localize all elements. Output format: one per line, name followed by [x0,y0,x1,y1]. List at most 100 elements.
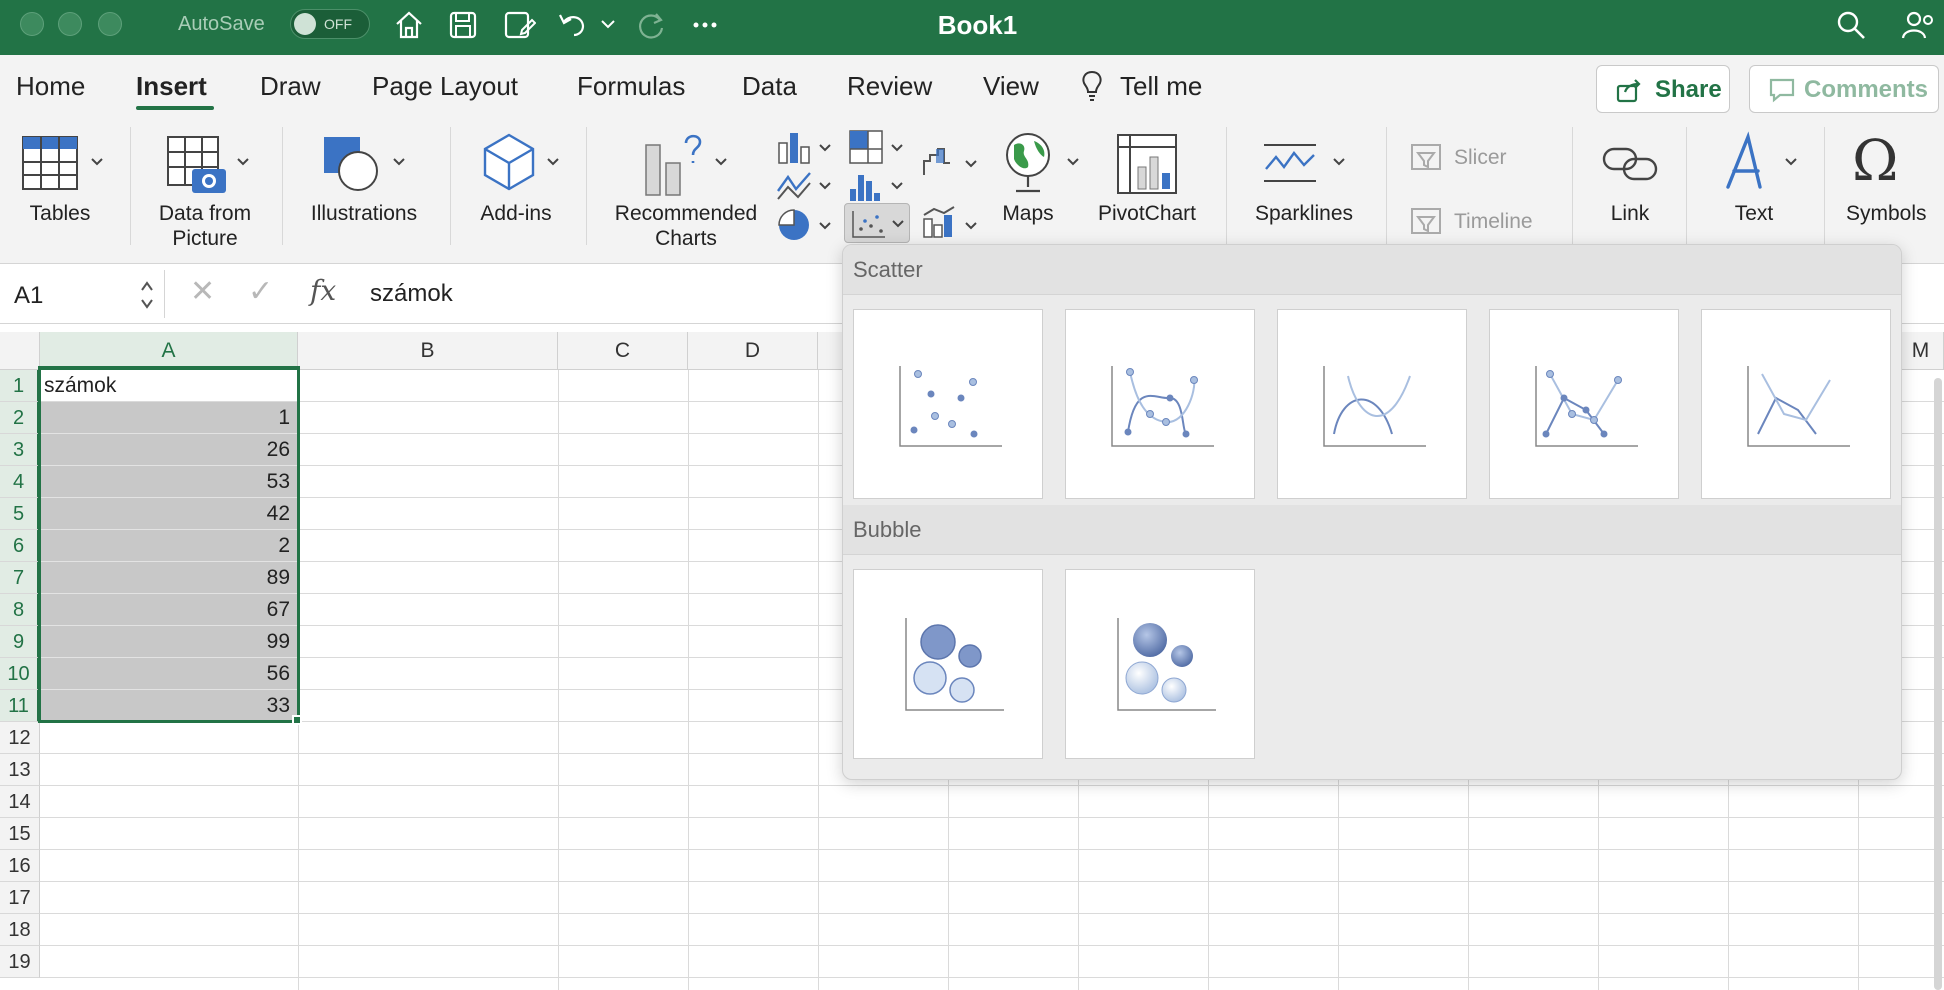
add-ins-icon[interactable] [478,131,540,198]
omega-symbol-icon[interactable]: Ω [1852,131,1898,193]
redo-icon[interactable] [634,8,668,42]
tab-view[interactable]: View [983,71,1039,102]
cell-a5[interactable]: 42 [40,498,298,530]
pie-chart-dropdown-icon[interactable] [818,221,832,231]
bubble-chart-option[interactable] [853,569,1043,759]
more-icon[interactable] [688,8,722,42]
row-header-16[interactable]: 16 [0,850,40,882]
formula-input[interactable]: számok [370,280,453,308]
search-icon[interactable] [1834,8,1868,42]
data-from-picture-icon[interactable] [166,135,228,202]
combo-chart-dropdown-icon[interactable] [964,221,978,231]
data-from-picture-dropdown-icon[interactable] [236,157,250,167]
cell-a2[interactable]: 1 [40,402,298,434]
scatter-chart-option[interactable] [853,309,1043,499]
row-header-14[interactable]: 14 [0,786,40,818]
illustrations-dropdown-icon[interactable] [392,157,406,167]
recommended-charts-icon[interactable] [644,131,708,202]
cell-a8[interactable]: 67 [40,594,298,626]
illustrations-icon[interactable] [320,133,384,202]
tables-dropdown-icon[interactable] [90,157,104,167]
statistic-chart-dropdown-icon[interactable] [890,181,904,191]
hierarchy-chart-icon[interactable] [848,129,884,170]
column-header-a[interactable]: A [40,332,298,370]
save-icon[interactable] [446,8,480,42]
row-header-3[interactable]: 3 [0,434,40,466]
column-header-c[interactable]: C [558,332,688,370]
tab-data[interactable]: Data [742,71,797,102]
text-icon[interactable] [1720,131,1776,198]
tab-insert[interactable]: Insert [136,71,207,102]
waterfall-chart-icon[interactable] [920,143,956,184]
close-window-button[interactable] [20,12,44,36]
vertical-scrollbar[interactable] [1934,378,1942,990]
tab-formulas[interactable]: Formulas [577,71,685,102]
scatter-smooth-lines-markers-option[interactable] [1065,309,1255,499]
combo-chart-icon[interactable] [920,203,956,244]
link-icon[interactable] [1600,137,1660,196]
scatter-smooth-lines-option[interactable] [1277,309,1467,499]
row-header-11[interactable]: 11 [0,690,40,722]
cell-a1[interactable]: számok [40,370,298,402]
cell-a4[interactable]: 53 [40,466,298,498]
row-header-19[interactable]: 19 [0,946,40,978]
column-chart-icon[interactable] [776,129,812,170]
fill-handle[interactable] [292,715,302,725]
account-icon[interactable] [1900,8,1934,42]
scatter-straight-lines-markers-option[interactable] [1489,309,1679,499]
waterfall-chart-dropdown-icon[interactable] [964,159,978,169]
tab-review[interactable]: Review [847,71,932,102]
cell-a10[interactable]: 56 [40,658,298,690]
sparklines-icon[interactable] [1260,135,1320,196]
row-header-13[interactable]: 13 [0,754,40,786]
sparklines-dropdown-icon[interactable] [1332,157,1346,167]
tell-me-search[interactable]: Tell me [1120,71,1202,102]
tab-home[interactable]: Home [16,71,85,102]
row-header-12[interactable]: 12 [0,722,40,754]
zoom-window-button[interactable] [98,12,122,36]
recommended-charts-dropdown-icon[interactable] [714,157,728,167]
save-as-icon[interactable] [502,8,537,42]
row-header-17[interactable]: 17 [0,882,40,914]
hierarchy-chart-dropdown-icon[interactable] [890,143,904,153]
undo-icon[interactable] [556,8,590,42]
row-header-18[interactable]: 18 [0,914,40,946]
home-icon[interactable] [392,8,426,42]
maps-icon[interactable] [1000,131,1056,202]
line-chart-dropdown-icon[interactable] [818,181,832,191]
cell-a6[interactable]: 2 [40,530,298,562]
select-all-button[interactable] [0,332,40,370]
row-header-9[interactable]: 9 [0,626,40,658]
row-header-4[interactable]: 4 [0,466,40,498]
text-dropdown-icon[interactable] [1784,157,1798,167]
share-button[interactable]: Share [1596,65,1730,113]
add-ins-dropdown-icon[interactable] [546,157,560,167]
row-header-5[interactable]: 5 [0,498,40,530]
tab-draw[interactable]: Draw [260,71,321,102]
minimize-window-button[interactable] [58,12,82,36]
row-header-6[interactable]: 6 [0,530,40,562]
column-chart-dropdown-icon[interactable] [818,143,832,153]
scatter-straight-lines-option[interactable] [1701,309,1891,499]
cancel-icon[interactable]: ✕ [190,274,215,309]
cell-a7[interactable]: 89 [40,562,298,594]
row-header-8[interactable]: 8 [0,594,40,626]
row-header-10[interactable]: 10 [0,658,40,690]
row-header-1[interactable]: 1 [0,370,40,402]
comments-button[interactable]: Comments [1749,65,1939,113]
insert-function-icon[interactable]: fx [310,274,336,307]
row-header-7[interactable]: 7 [0,562,40,594]
row-header-2[interactable]: 2 [0,402,40,434]
tab-page-layout[interactable]: Page Layout [372,71,518,102]
line-chart-icon[interactable] [776,169,812,208]
undo-dropdown-icon[interactable] [598,14,618,34]
autosave-toggle[interactable]: OFF [290,9,370,39]
cell-a3[interactable]: 26 [40,434,298,466]
tables-icon[interactable] [20,133,80,198]
cell-a9[interactable]: 99 [40,626,298,658]
column-header-m[interactable]: M [1898,332,1944,370]
column-header-d[interactable]: D [688,332,818,370]
scatter-chart-button[interactable] [844,203,910,243]
maps-dropdown-icon[interactable] [1066,157,1080,167]
pivotchart-icon[interactable] [1116,133,1178,200]
